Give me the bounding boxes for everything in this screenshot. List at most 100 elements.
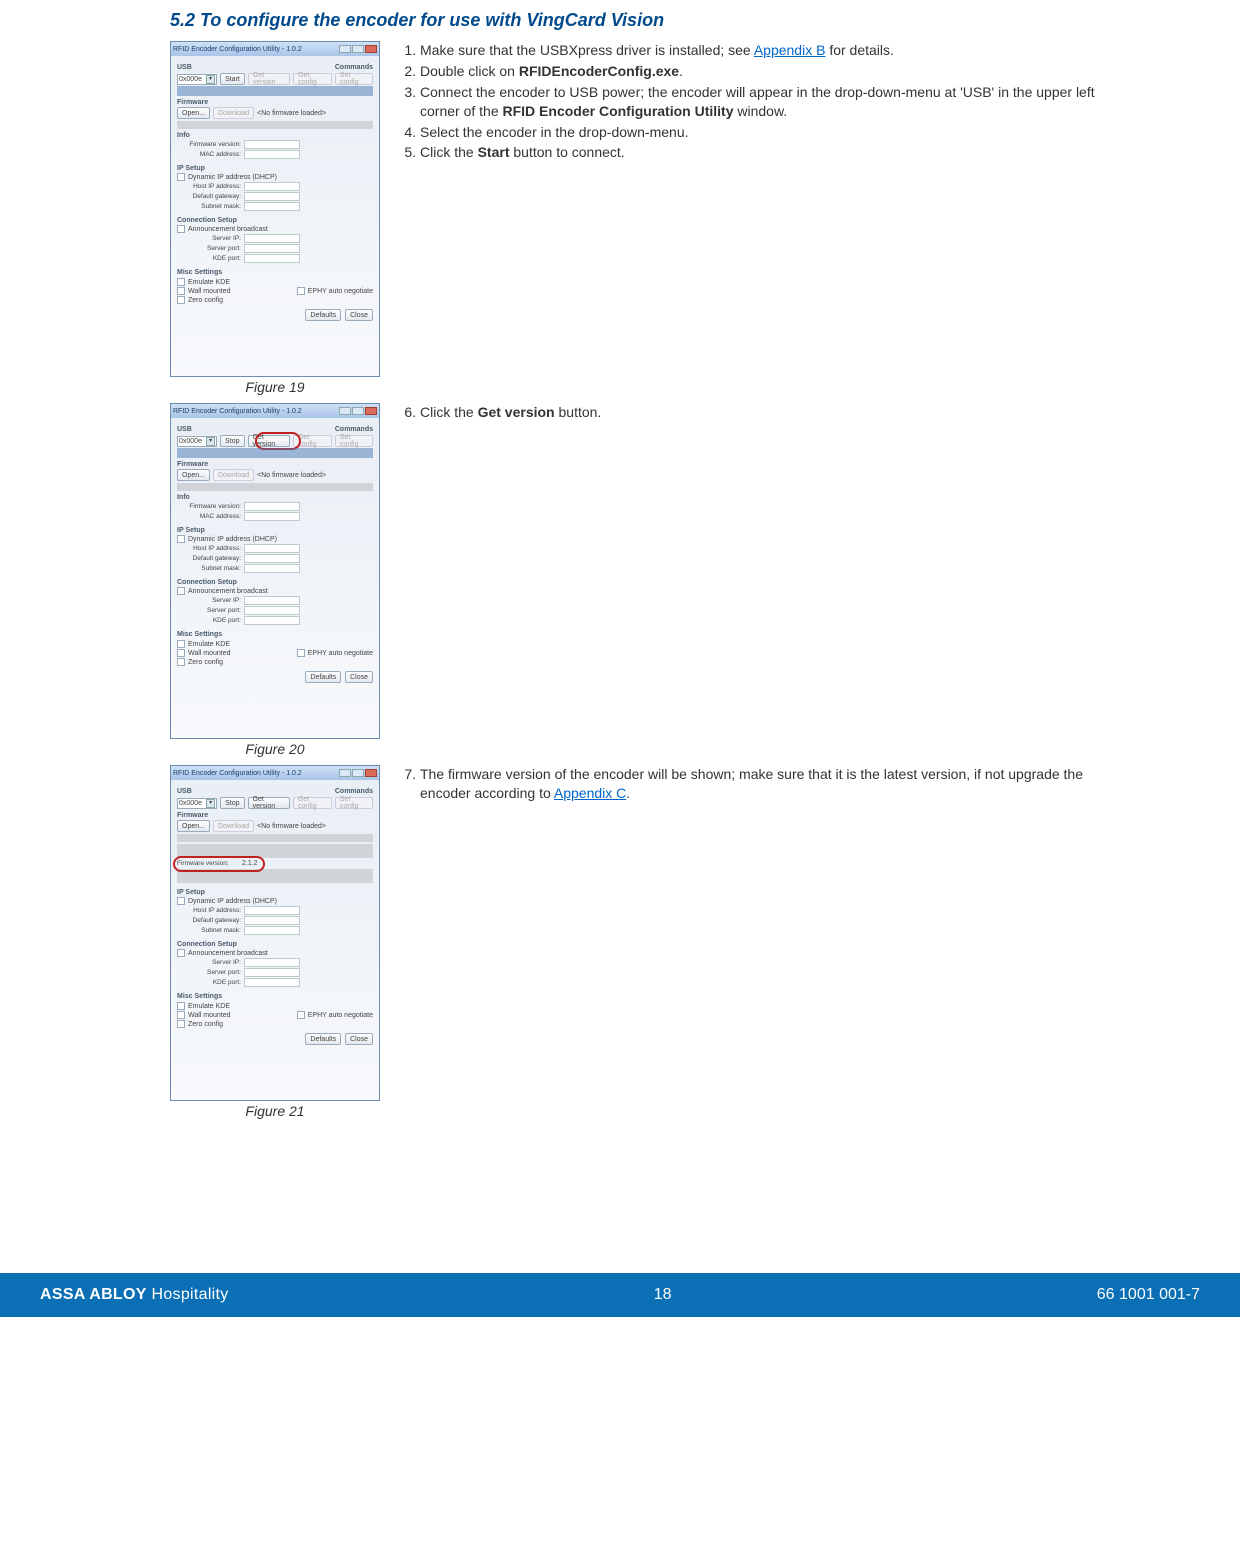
server-port-label: Server port: [183, 245, 241, 252]
conn-setup-label: Connection Setup [177, 217, 373, 224]
chevron-down-icon: ▾ [206, 799, 215, 808]
phy-label: EPHY auto negotiate [308, 288, 373, 295]
fw-version-label: Firmware version: [183, 141, 241, 148]
zero-config-checkbox[interactable] [177, 296, 185, 304]
close-button[interactable]: Close [345, 1033, 373, 1045]
misc-label: Misc Settings [177, 269, 373, 276]
step-6: Click the Get version button. [420, 403, 1110, 422]
no-firmware-text: <No firmware loaded> [257, 110, 326, 117]
dhcp-checkbox[interactable] [177, 173, 185, 181]
kde-port-field[interactable] [244, 254, 300, 263]
info-label: Info [177, 132, 373, 139]
set-config-button[interactable]: Set config [335, 73, 373, 85]
open-button[interactable]: Open... [177, 469, 210, 481]
defaults-button[interactable]: Defaults [305, 1033, 341, 1045]
stop-button[interactable]: Stop [220, 435, 244, 447]
defaults-button[interactable]: Defaults [305, 671, 341, 683]
minimize-icon [339, 407, 351, 415]
figure-21-window: RFID Encoder Configuration Utility - 1.0… [170, 765, 380, 1101]
page-footer: ASSA ABLOY Hospitality 18 66 1001 001-7 [0, 1273, 1240, 1317]
steps-list-1: Make sure that the USBXpress driver is i… [398, 41, 1110, 162]
status-bar [177, 86, 373, 96]
get-version-button[interactable]: Get version [248, 797, 290, 809]
appendix-b-link[interactable]: Appendix B [754, 42, 826, 58]
step-1: Make sure that the USBXpress driver is i… [420, 41, 1110, 60]
get-version-button[interactable]: Get version [248, 73, 290, 85]
get-config-button[interactable]: Get config [293, 73, 332, 85]
figure-19-window: RFID Encoder Configuration Utility - 1.0… [170, 41, 380, 377]
usb-dropdown[interactable]: 0x000e▾ [177, 74, 217, 85]
section-heading: 5.2 To configure the encoder for use wit… [170, 10, 1110, 31]
fw-version-value: 2.1.2 [242, 860, 258, 867]
gateway-field[interactable] [244, 192, 300, 201]
close-icon [365, 407, 377, 415]
footer-doc-number: 66 1001 001-7 [1097, 1286, 1200, 1304]
step-7: The firmware version of the encoder will… [420, 765, 1110, 803]
usb-dropdown[interactable]: 0x000e▾ [177, 436, 217, 447]
maximize-icon [352, 407, 364, 415]
step-2: Double click on RFIDEncoderConfig.exe. [420, 62, 1110, 81]
step-4: Select the encoder in the drop-down-menu… [420, 123, 1110, 142]
close-button[interactable]: Close [345, 671, 373, 683]
open-button[interactable]: Open... [177, 107, 210, 119]
close-icon [365, 45, 377, 53]
window-title: RFID Encoder Configuration Utility - 1.0… [173, 770, 302, 777]
download-button[interactable]: Download [213, 469, 254, 481]
get-config-button[interactable]: Get config [293, 797, 332, 809]
emulate-kde-label: Emulate KDE [188, 279, 230, 286]
open-button[interactable]: Open... [177, 820, 210, 832]
close-button[interactable]: Close [345, 309, 373, 321]
dhcp-label: Dynamic IP address (DHCP) [188, 174, 277, 181]
subnet-label: Subnet mask: [183, 203, 241, 210]
footer-brand: ASSA ABLOY Hospitality [40, 1286, 229, 1304]
chevron-down-icon: ▾ [206, 75, 215, 84]
maximize-icon [352, 769, 364, 777]
phy-checkbox[interactable] [297, 287, 305, 295]
maximize-icon [352, 45, 364, 53]
fw-version-label: Firmware version: [177, 860, 239, 867]
host-ip-label: Host IP address: [183, 183, 241, 190]
step-5: Click the Start button to connect. [420, 143, 1110, 162]
gateway-label: Default gateway: [183, 193, 241, 200]
window-title: RFID Encoder Configuration Utility - 1.0… [173, 408, 302, 415]
download-button[interactable]: Download [213, 820, 254, 832]
steps-list-3: The firmware version of the encoder will… [398, 765, 1110, 803]
mac-field [244, 150, 300, 159]
footer-page-number: 18 [654, 1286, 672, 1304]
figure-20-window: RFID Encoder Configuration Utility - 1.0… [170, 403, 380, 739]
server-ip-field[interactable] [244, 234, 300, 243]
set-config-button[interactable]: Set config [335, 435, 373, 447]
start-button[interactable]: Start [220, 73, 245, 85]
usb-label: USB [177, 64, 192, 71]
subnet-field[interactable] [244, 202, 300, 211]
get-config-button[interactable]: Get config [293, 435, 332, 447]
ann-checkbox[interactable] [177, 225, 185, 233]
download-button[interactable]: Download [213, 107, 254, 119]
figure-20-caption: Figure 20 [170, 741, 380, 757]
kde-port-label: KDE port: [183, 255, 241, 262]
close-icon [365, 769, 377, 777]
server-ip-label: Server IP: [183, 235, 241, 242]
figure-21-caption: Figure 21 [170, 1103, 380, 1119]
wall-mounted-label: Wall mounted [188, 288, 231, 295]
server-port-field[interactable] [244, 244, 300, 253]
mac-label: MAC address: [183, 151, 241, 158]
steps-list-2: Click the Get version button. [398, 403, 1110, 422]
fw-version-field [244, 140, 300, 149]
ip-setup-label: IP Setup [177, 165, 373, 172]
ann-label: Announcement broadcast [188, 226, 268, 233]
step-3: Connect the encoder to USB power; the en… [420, 83, 1110, 121]
get-version-button[interactable]: Get version [248, 435, 290, 447]
host-ip-field[interactable] [244, 182, 300, 191]
figure-19-caption: Figure 19 [170, 379, 380, 395]
stop-button[interactable]: Stop [220, 797, 244, 809]
firmware-label: Firmware [177, 99, 373, 106]
usb-dropdown[interactable]: 0x000e▾ [177, 798, 217, 809]
wall-mounted-checkbox[interactable] [177, 287, 185, 295]
set-config-button[interactable]: Set config [335, 797, 373, 809]
appendix-c-link[interactable]: Appendix C [554, 785, 626, 801]
chevron-down-icon: ▾ [206, 437, 215, 446]
defaults-button[interactable]: Defaults [305, 309, 341, 321]
emulate-kde-checkbox[interactable] [177, 278, 185, 286]
zero-config-label: Zero config [188, 297, 223, 304]
